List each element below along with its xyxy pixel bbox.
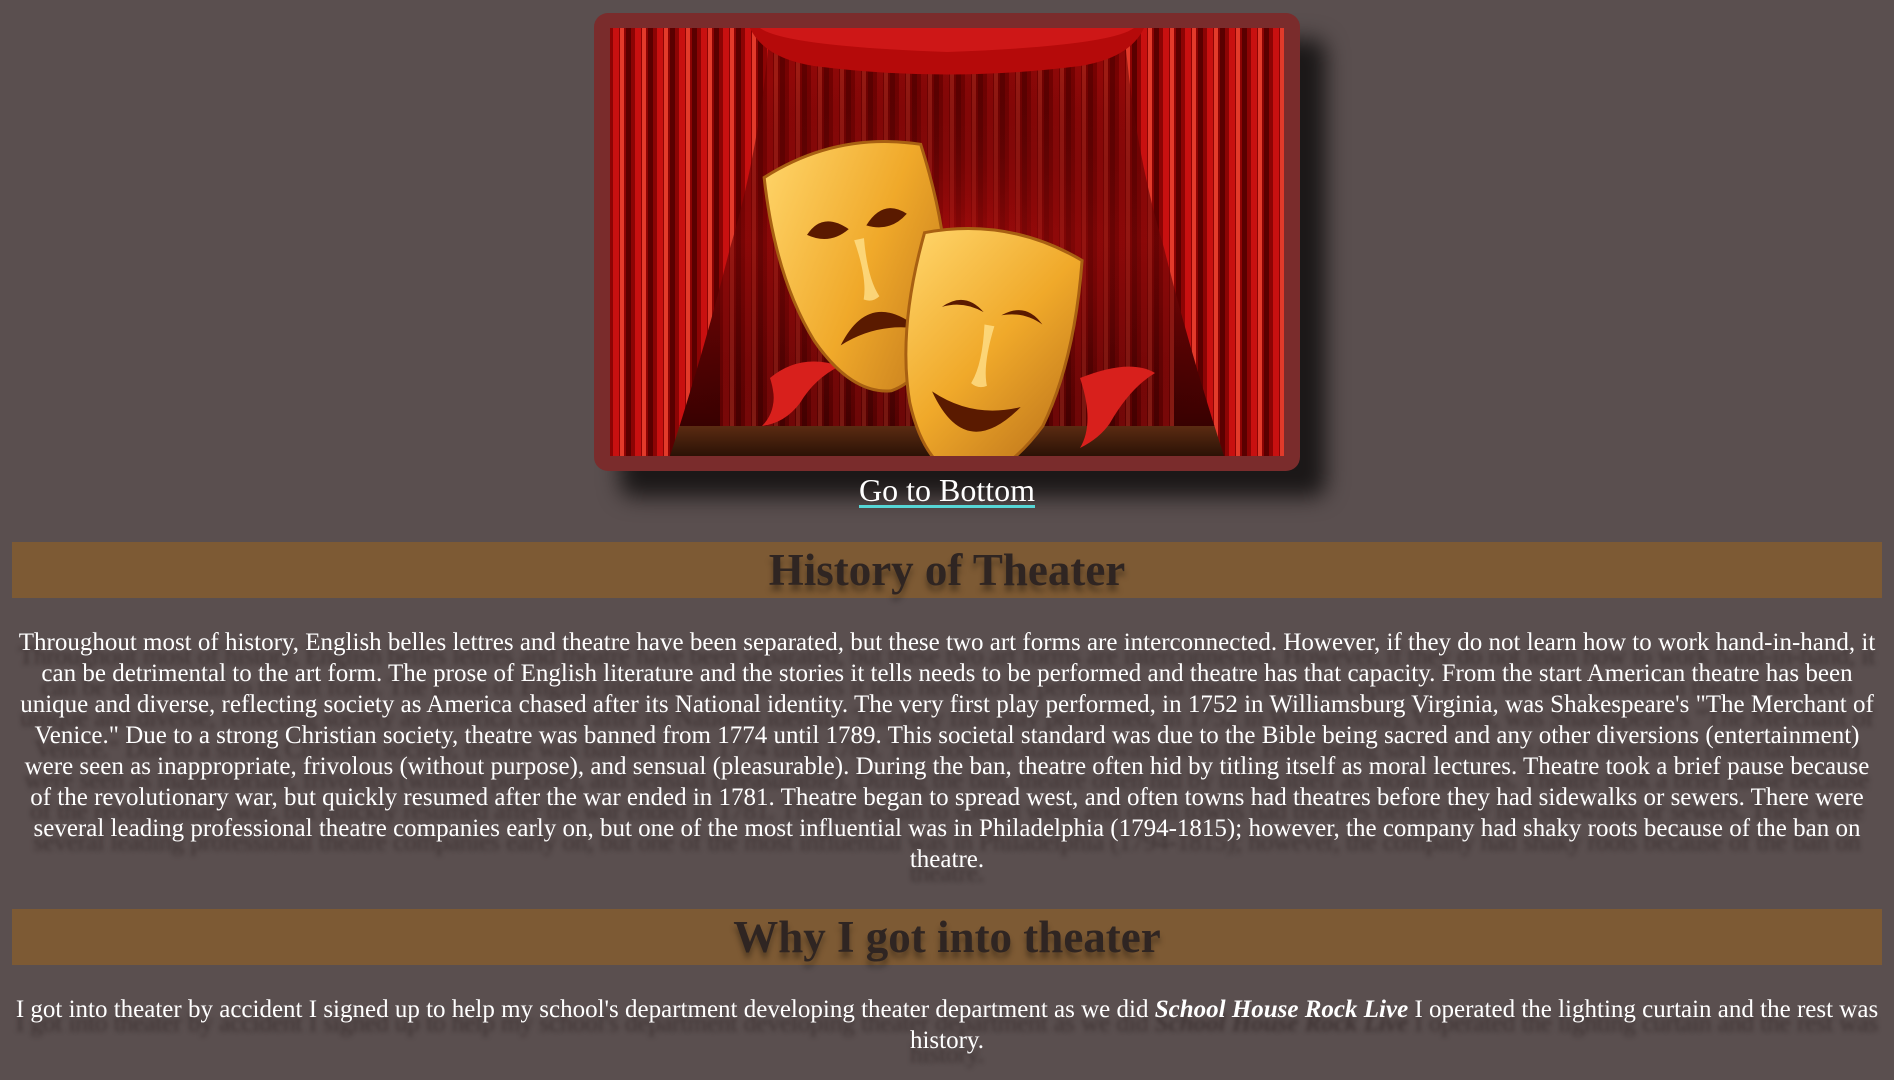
- why-theater-heading: Why I got into theater: [733, 912, 1161, 962]
- why-theater-heading-bar: Why I got into theater: [12, 909, 1882, 965]
- page: Go to Bottom History of Theater Througho…: [0, 0, 1894, 1080]
- school-house-rock-title: School House Rock Live: [1154, 996, 1409, 1023]
- go-to-bottom-link[interactable]: Go to Bottom: [859, 472, 1035, 508]
- theater-masks-image: [610, 28, 1284, 456]
- hero-image-frame: [594, 13, 1300, 471]
- history-heading: History of Theater: [768, 545, 1126, 595]
- why-theater-text-start: I got into theater by accident I signed …: [15, 996, 1155, 1023]
- history-heading-bar: History of Theater: [12, 542, 1882, 598]
- why-theater-paragraph: I got into theater by accident I signed …: [12, 994, 1882, 1056]
- go-to-bottom-container: Go to Bottom: [0, 470, 1894, 510]
- history-paragraph: Throughout most of history, English bell…: [18, 629, 1876, 873]
